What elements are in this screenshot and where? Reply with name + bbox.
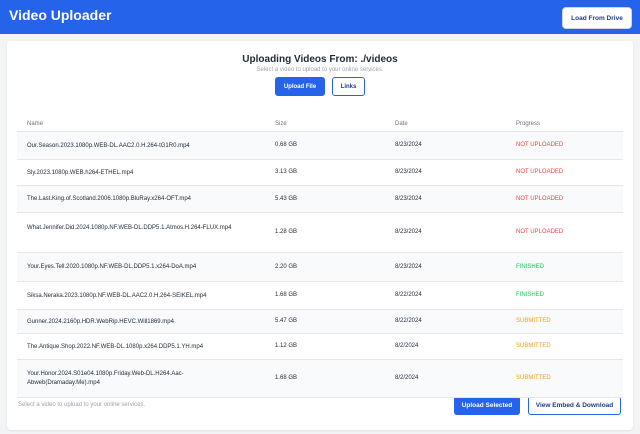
table-row[interactable]: Siksa.Neraka.2023.1080p.NF.WEB-DL.AAC2.0… (17, 282, 623, 309)
footer-hint: Select a video to upload to your online … (18, 402, 146, 408)
links-button[interactable]: Links (332, 77, 365, 96)
file-name: Sly.2023.1080p.WEB.h264-ETHEL.mp4 (27, 169, 134, 176)
column-header-name: Name (27, 121, 44, 127)
file-size: 1.28 GB (275, 229, 298, 235)
file-date: 8/2/2024 (395, 375, 419, 381)
file-date: 8/22/2024 (395, 292, 422, 298)
file-date: 8/23/2024 (395, 229, 422, 235)
file-name: The.Antique.Shop.2022.NF.WEB-DL.1080p.x2… (27, 343, 204, 350)
file-size: 5.43 GB (275, 195, 298, 202)
file-size: 2.20 GB (275, 263, 298, 270)
page-subtitle: Select a video to upload to your online … (256, 67, 384, 73)
status-badge: SUBMITTED (516, 318, 551, 324)
table-row[interactable]: The.Last.King.of.Scotland.2006.1080p.Blu… (17, 186, 623, 212)
file-date: 8/23/2024 (395, 169, 422, 175)
file-name: Your.Honor.2024.S01e04.1080p.Friday.Web-… (27, 371, 184, 386)
main-panel: Uploading Videos From: ./videos Select a… (7, 41, 633, 430)
file-date: 8/2/2024 (395, 343, 419, 349)
table-divider (17, 397, 623, 398)
status-badge: FINISHED (516, 263, 545, 270)
file-name: Our.Season.2023.1080p.WEB-DL.AAC2.0.H.26… (27, 142, 190, 149)
column-header-size: Size (275, 121, 287, 127)
status-badge: NOT UPLOADED (516, 142, 564, 148)
file-name: What.Jennifer.Did.2024.1080p.NF.WEB-DL.D… (27, 225, 232, 231)
table-row[interactable]: Gunner.2024.2160p.HDR.WebRip.HEVC.Will18… (17, 310, 623, 333)
file-date: 8/23/2024 (395, 263, 422, 270)
table-row[interactable]: Your.Honor.2024.S01e04.1080p.Friday.Web-… (17, 360, 623, 397)
file-size: 0.68 GB (275, 142, 298, 148)
load-from-drive-button[interactable]: Load From Drive (562, 7, 632, 29)
status-badge: FINISHED (516, 292, 545, 298)
file-name: The.Last.King.of.Scotland.2006.1080p.Blu… (27, 196, 191, 202)
file-date: 8/23/2024 (395, 142, 422, 148)
status-badge: NOT UPLOADED (516, 195, 564, 202)
column-header-date: Date (395, 121, 408, 127)
upload-selected-button[interactable]: Upload Selected (454, 396, 520, 415)
upload-file-button[interactable]: Upload File (275, 77, 325, 96)
table-row[interactable]: The.Antique.Shop.2022.NF.WEB-DL.1080p.x2… (17, 334, 623, 359)
file-size: 1.12 GB (275, 343, 298, 349)
table-row[interactable]: Sly.2023.1080p.WEB.h264-ETHEL.mp4 3.13 GB… (17, 160, 623, 185)
file-name: Gunner.2024.2160p.HDR.WebRip.HEVC.Will18… (27, 318, 174, 325)
table-row[interactable]: Our.Season.2023.1080p.WEB-DL.AAC2.0.H.26… (17, 132, 623, 159)
status-badge: NOT UPLOADED (516, 229, 564, 235)
file-size: 1.68 GB (275, 375, 298, 381)
file-size: 5.47 GB (275, 318, 298, 324)
app-title: Video Uploader (9, 7, 112, 23)
file-date: 8/23/2024 (395, 195, 422, 202)
file-size: 3.13 GB (275, 169, 298, 175)
column-header-progress: Progress (516, 121, 541, 127)
file-date: 8/22/2024 (395, 318, 422, 324)
status-badge: SUBMITTED (516, 343, 551, 349)
view-embed-download-button[interactable]: View Embed & Download (528, 396, 621, 415)
status-badge: SUBMITTED (516, 375, 551, 381)
status-badge: NOT UPLOADED (516, 169, 564, 175)
table-row[interactable]: Your.Eyes.Tell.2020.1080p.NF.WEB-DL.DDP5… (17, 253, 623, 281)
page-title: Uploading Videos From: ./videos (242, 54, 398, 65)
file-size: 1.68 GB (275, 292, 298, 298)
file-name: Siksa.Neraka.2023.1080p.NF.WEB-DL.AAC2.0… (27, 292, 207, 299)
top-bar: Video Uploader Load From Drive (0, 0, 640, 34)
file-name: Your.Eyes.Tell.2020.1080p.NF.WEB-DL.DDP5… (27, 264, 197, 270)
table-row[interactable]: What.Jennifer.Did.2024.1080p.NF.WEB-DL.D… (17, 213, 623, 252)
